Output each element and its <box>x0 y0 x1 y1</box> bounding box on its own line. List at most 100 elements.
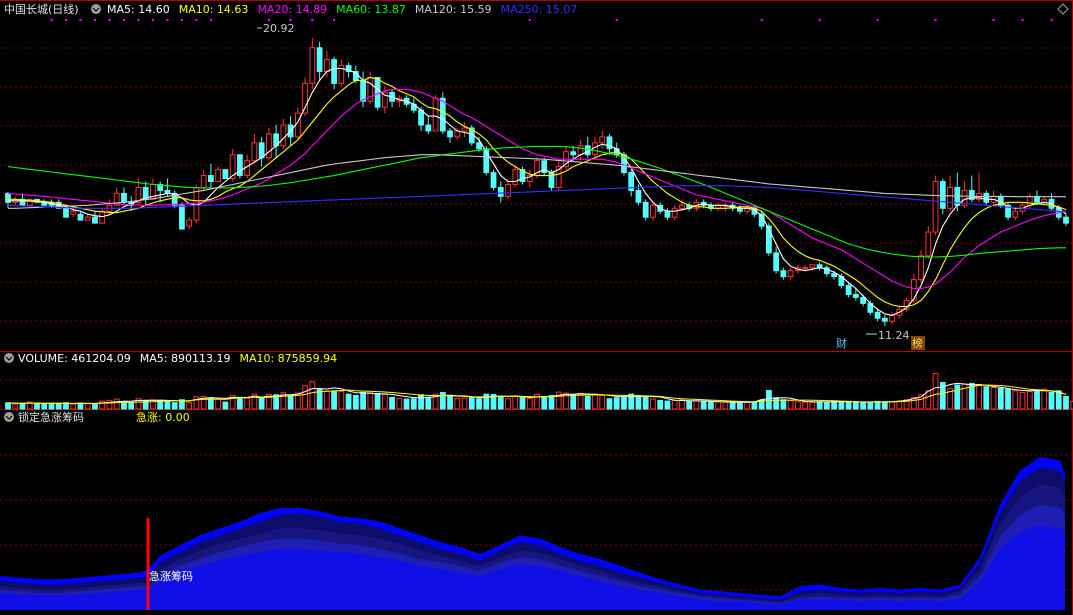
chart-background <box>0 0 1073 615</box>
signal-dot <box>151 19 154 21</box>
candle <box>932 175 939 236</box>
candle <box>236 154 243 179</box>
stock-chart: 20.92 11.24 财 榜 中国长城(日线) MA5: 14.60 MA10:… <box>0 0 1073 615</box>
volume-bar <box>360 391 366 410</box>
dropdown-icon[interactable] <box>91 4 101 14</box>
ma-header-label-0: MA5: 14.60 <box>107 3 170 16</box>
signal-dot <box>108 19 111 21</box>
volume-bar <box>838 401 845 410</box>
volume-bar <box>389 396 395 410</box>
volume-bar <box>773 397 780 410</box>
volume-bar <box>526 397 533 410</box>
signal-dot <box>180 19 183 21</box>
volume-bar <box>236 396 243 410</box>
signal-dot <box>934 19 937 21</box>
volume-bar <box>990 387 997 410</box>
signal-dot <box>528 19 531 21</box>
volume-bar <box>461 397 468 410</box>
volume-bar <box>1063 395 1069 410</box>
volume-bar <box>84 403 91 410</box>
signal-dot <box>267 19 270 21</box>
volume-bar <box>896 400 903 410</box>
badge-cai[interactable]: 财 <box>836 336 847 350</box>
volume-bar <box>584 395 591 410</box>
volume-bar <box>1005 388 1011 410</box>
indicator-name: 锁定急涨筹码 <box>18 410 84 424</box>
low-price-label: 11.24 <box>878 329 910 342</box>
volume-bar <box>367 392 374 410</box>
signal-dot <box>50 19 53 21</box>
signal-dot <box>615 19 618 21</box>
volume-bar <box>99 400 106 410</box>
volume-bar <box>794 401 801 410</box>
volume-bar <box>55 403 62 410</box>
ma-header-label-1: MA10: 14.63 <box>179 3 249 16</box>
volume-bar <box>874 400 881 410</box>
volume-bar <box>208 397 214 410</box>
candle <box>642 199 649 221</box>
signal-dot <box>209 19 212 21</box>
volume-bar <box>403 398 410 410</box>
volume-bar <box>737 402 743 410</box>
ma-header-label-5: MA250: 15.07 <box>501 3 578 16</box>
volume-bar <box>222 401 229 410</box>
volume-bar <box>570 393 577 410</box>
candle <box>541 157 548 176</box>
volume-bar <box>1041 388 1048 410</box>
volume-bar <box>889 401 895 410</box>
volume-bar <box>381 393 388 410</box>
badge-bang[interactable]: 榜 <box>912 336 923 350</box>
volume-bar <box>722 401 729 410</box>
high-price-label: 20.92 <box>263 22 295 35</box>
volume-bar <box>186 401 193 410</box>
volume-bar <box>729 401 736 410</box>
volume-bar <box>932 372 939 410</box>
volume-dropdown-icon[interactable] <box>4 353 14 363</box>
signal-dot <box>760 19 763 21</box>
signal-dot <box>992 19 995 21</box>
volume-bar <box>338 391 345 410</box>
volume-bar <box>447 395 453 410</box>
volume-bar <box>128 402 135 410</box>
signal-dot <box>93 19 96 21</box>
volume-bar <box>454 397 461 410</box>
volume-header-label-0: VOLUME: 461204.09 <box>18 352 131 365</box>
candle <box>171 190 178 209</box>
volume-bar <box>642 396 649 410</box>
volume-bar <box>852 401 859 410</box>
volume-bar <box>1048 391 1055 410</box>
volume-header-label-2: MA10: 875859.94 <box>239 352 337 365</box>
volume-bar <box>780 399 787 410</box>
volume-bar <box>48 403 55 410</box>
volume-bar <box>309 381 316 410</box>
volume-bar <box>954 384 961 410</box>
volume-bar <box>577 392 584 410</box>
volume-bar <box>244 397 251 410</box>
volume-header: VOLUME: 461204.09 MA5: 890113.19 MA10: 875… <box>4 352 337 365</box>
volume-bar <box>657 399 664 410</box>
volume-bar <box>787 400 794 410</box>
volume-bar <box>823 401 830 410</box>
indicator-dropdown-icon[interactable] <box>4 412 14 422</box>
volume-bar <box>765 389 772 410</box>
signal-dot <box>311 19 314 21</box>
volume-bar <box>323 391 330 410</box>
volume-bar <box>171 402 178 410</box>
signal-dot <box>195 19 198 21</box>
candle <box>512 166 519 188</box>
volume-bar <box>664 400 671 410</box>
volume-bar <box>541 396 548 410</box>
volume-bar <box>809 401 816 410</box>
signal-dot <box>289 19 292 21</box>
volume-bar <box>258 397 265 410</box>
signal-dot <box>137 19 140 21</box>
stock-name: 中国长城(日线) <box>4 2 79 16</box>
volume-bar <box>845 400 852 410</box>
ma-header-label-2: MA20: 14.89 <box>257 3 327 16</box>
indicator-value: 急涨: 0.00 <box>136 410 190 424</box>
volume-bar <box>396 397 403 410</box>
volume-bar <box>708 401 714 410</box>
signal-dot <box>333 19 336 21</box>
volume-bar <box>976 384 982 410</box>
volume-bar <box>505 398 511 410</box>
